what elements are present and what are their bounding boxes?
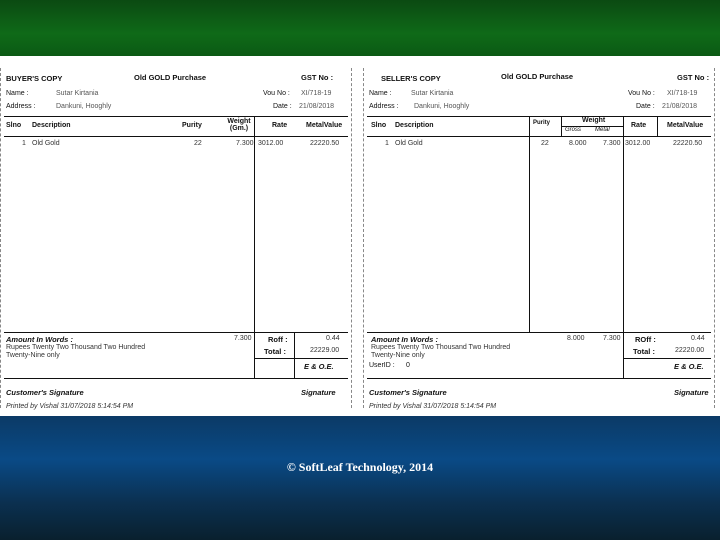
roff-label: ROff : <box>635 335 656 344</box>
total-label: Total : <box>633 347 655 356</box>
amount-words: Rupees Twenty Two Thousand Two Hundred T… <box>6 344 146 359</box>
customer-signature: Customer's Signature <box>6 388 84 397</box>
address-label: Address : <box>369 103 399 110</box>
seller-copy: SELLER'S COPY Old GOLD Purchase GST No :… <box>363 68 715 410</box>
name-label: Name : <box>6 90 29 97</box>
name-value: Sutar Kirtania <box>56 90 99 97</box>
col-header: Purity <box>533 120 551 126</box>
table-divider <box>623 116 624 378</box>
table-rule <box>4 332 348 333</box>
total-metal: 7.300 <box>603 335 621 342</box>
table-divider <box>657 116 658 136</box>
table-rule <box>254 358 348 359</box>
roff-label: Roff : <box>268 335 288 344</box>
gst-label: GST No : <box>677 73 710 82</box>
address-label: Address : <box>6 103 36 110</box>
col-header: MetalValue <box>667 122 704 129</box>
user-id-label: UserID : <box>369 362 395 369</box>
date-value: 21/08/2018 <box>662 103 698 110</box>
table-rule <box>4 136 348 137</box>
col-header: Slno <box>371 122 387 129</box>
printed-by: Printed by Vishal 31/07/2018 5:14:54 PM <box>369 403 497 410</box>
address-value: Dankuni, Hooghly <box>56 103 112 110</box>
col-header: Description <box>395 122 434 129</box>
vou-label: Vou No : <box>628 90 655 97</box>
total-value: 22220.00 <box>675 347 705 354</box>
table-divider <box>254 116 255 378</box>
vou-label: Vou No : <box>263 90 290 97</box>
col-header: MetalValue <box>306 122 343 129</box>
customer-signature: Customer's Signature <box>369 388 447 397</box>
col-header: Description <box>32 122 71 129</box>
top-banner <box>0 0 720 56</box>
receipt-scan: BUYER'S COPY Old GOLD Purchase GST No : … <box>0 56 720 416</box>
table-rule <box>367 378 711 379</box>
col-header: Rate <box>272 122 288 129</box>
buyer-copy: BUYER'S COPY Old GOLD Purchase GST No : … <box>0 68 352 410</box>
date-label: Date : <box>273 103 292 110</box>
items-table: Slno Description Purity Weight (Gm.) Rat… <box>4 116 348 406</box>
date-value: 21/08/2018 <box>299 103 335 110</box>
table-rule <box>367 136 711 137</box>
eoe-text: E & O.E. <box>304 362 334 371</box>
total-gross: 8.000 <box>567 335 585 342</box>
roff-value: 0.44 <box>326 335 340 342</box>
printed-by: Printed by Vishal 31/07/2018 5:14:54 PM <box>6 403 134 410</box>
col-header: Slno <box>6 122 22 129</box>
table-rule <box>367 116 711 117</box>
copy-label: BUYER'S COPY <box>6 74 63 83</box>
col-header: Weight (Gm.) <box>227 118 251 132</box>
col-header: Gross <box>565 127 582 133</box>
table-divider <box>529 116 530 332</box>
form-title: Old GOLD Purchase <box>134 73 207 82</box>
address-value: Dankuni, Hooghly <box>414 103 470 110</box>
amount-words: Rupees Twenty Two Thousand Two Hundred T… <box>371 344 511 359</box>
amount-words-label: Amount In Words : <box>6 335 73 344</box>
name-value: Sutar Kirtania <box>411 90 454 97</box>
total-value: 22229.00 <box>310 347 340 354</box>
vou-value: XI/718-19 <box>301 90 332 97</box>
bottom-banner <box>0 416 720 540</box>
signature: Signature <box>674 388 709 397</box>
table-divider <box>294 332 295 378</box>
col-header: Purity <box>182 122 202 129</box>
total-label: Total : <box>264 347 286 356</box>
copyright-text: © SoftLeaf Technology, 2014 <box>286 460 434 474</box>
user-id-value: 0 <box>406 362 410 369</box>
table-rule <box>4 378 348 379</box>
name-label: Name : <box>369 90 392 97</box>
table-rule <box>623 358 711 359</box>
gst-label: GST No : <box>301 73 334 82</box>
col-header: Rate <box>631 122 647 129</box>
amount-words-label: Amount In Words : <box>371 335 438 344</box>
copy-label: SELLER'S COPY <box>381 74 441 83</box>
table-rule <box>4 116 348 117</box>
eoe-text: E & O.E. <box>674 362 704 371</box>
form-title: Old GOLD Purchase <box>501 72 574 81</box>
signature: Signature <box>301 388 336 397</box>
col-header: Weight <box>582 117 606 124</box>
items-table: Slno Description Purity Weight Gross Met… <box>367 116 711 406</box>
roff-value: 0.44 <box>691 335 705 342</box>
total-weight: 7.300 <box>234 335 252 342</box>
table-rule <box>367 332 711 333</box>
col-header: Metal <box>595 127 610 133</box>
vou-value: XI/718-19 <box>667 90 698 97</box>
date-label: Date : <box>636 103 655 110</box>
